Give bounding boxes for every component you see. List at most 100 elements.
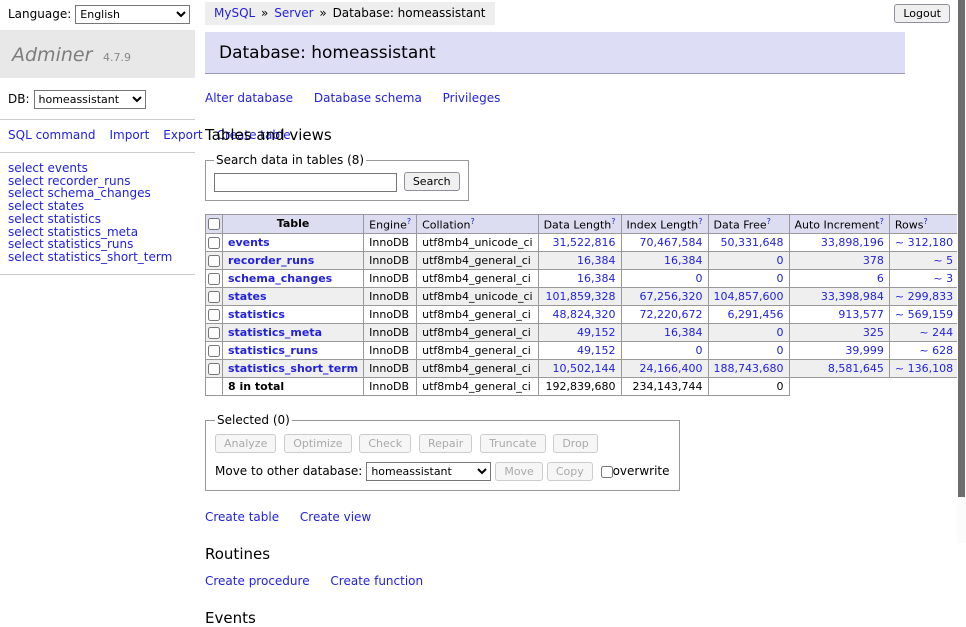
row-checkbox[interactable] [208, 345, 220, 357]
repair-button[interactable]: Repair [419, 434, 472, 453]
data-free-link[interactable]: 104,857,600 [714, 290, 784, 303]
engine-cell: InnoDB [364, 360, 417, 378]
alter-database-link[interactable]: Alter database [205, 91, 293, 105]
index-length-link[interactable]: 67,256,320 [627, 290, 703, 303]
search-button[interactable]: Search [404, 172, 460, 191]
data-free-link[interactable]: 0 [714, 326, 784, 339]
help-icon[interactable]: ? [698, 217, 702, 226]
help-icon[interactable]: ? [407, 217, 411, 226]
help-icon[interactable]: ? [470, 217, 474, 226]
data-length-link[interactable]: 16,384 [544, 254, 616, 267]
search-input[interactable] [214, 173, 397, 192]
sql-command-link[interactable]: SQL command [8, 128, 95, 142]
optimize-button[interactable]: Optimize [284, 434, 351, 453]
row-checkbox[interactable] [208, 237, 220, 249]
table-link[interactable]: statistics_short_term [228, 362, 358, 375]
sidebar-item-select-statistics-short-term[interactable]: select statistics_short_term [8, 251, 187, 264]
total-data-length: 192,839,680 [538, 378, 621, 396]
table-link[interactable]: states [228, 290, 267, 303]
auto-increment-link[interactable]: 325 [795, 326, 884, 339]
index-length-link[interactable]: 16,384 [627, 326, 703, 339]
rows-link[interactable]: ~ 569,159 [895, 308, 953, 321]
import-link[interactable]: Import [109, 128, 149, 142]
table-link[interactable]: statistics_meta [228, 326, 322, 339]
export-link[interactable]: Export [163, 128, 202, 142]
auto-increment-link[interactable]: 39,999 [795, 344, 884, 357]
row-checkbox[interactable] [208, 291, 220, 303]
db-select[interactable]: homeassistant [34, 90, 146, 109]
language-select[interactable]: English [75, 5, 190, 24]
rows-link[interactable]: ~ 299,833 [895, 290, 953, 303]
index-length-link[interactable]: 0 [627, 272, 703, 285]
table-link[interactable]: recorder_runs [228, 254, 314, 267]
data-free-link[interactable]: 0 [714, 254, 784, 267]
help-icon[interactable]: ? [767, 217, 771, 226]
data-free-link[interactable]: 188,743,680 [714, 362, 784, 375]
rows-link[interactable]: ~ 312,180 [895, 236, 953, 249]
data-length-link[interactable]: 101,859,328 [544, 290, 616, 303]
sidebar-item-select-states[interactable]: select states [8, 200, 187, 213]
rows-link[interactable]: ~ 5 [895, 254, 953, 267]
data-free-link[interactable]: 50,331,648 [714, 236, 784, 249]
data-free-link[interactable]: 0 [714, 344, 784, 357]
row-checkbox[interactable] [208, 327, 220, 339]
language-label: Language: [8, 7, 71, 21]
auto-increment-link[interactable]: 913,577 [795, 308, 884, 321]
database-schema-link[interactable]: Database schema [314, 91, 422, 105]
data-length-link[interactable]: 31,522,816 [544, 236, 616, 249]
sidebar-item-select-statistics[interactable]: select statistics [8, 213, 187, 226]
breadcrumb-mysql-link[interactable]: MySQL [214, 6, 255, 20]
check-button[interactable]: Check [359, 434, 411, 453]
data-free-link[interactable]: 6,291,456 [714, 308, 784, 321]
data-length-link[interactable]: 49,152 [544, 326, 616, 339]
data-free-link[interactable]: 0 [714, 272, 784, 285]
help-icon[interactable]: ? [880, 217, 884, 226]
data-length-link[interactable]: 10,502,144 [544, 362, 616, 375]
rows-link[interactable]: ~ 628 [895, 344, 953, 357]
row-checkbox[interactable] [208, 309, 220, 321]
index-length-link[interactable]: 70,467,584 [627, 236, 703, 249]
breadcrumb-server-link[interactable]: Server [274, 6, 313, 20]
create-function-link[interactable]: Create function [330, 574, 423, 588]
table-link[interactable]: events [228, 236, 270, 249]
create-table-link-main[interactable]: Create table [205, 510, 279, 524]
col-index-length: Index Length? [621, 214, 708, 234]
data-length-link[interactable]: 16,384 [544, 272, 616, 285]
overwrite-checkbox[interactable] [601, 466, 613, 478]
index-length-link[interactable]: 24,166,400 [627, 362, 703, 375]
rows-link[interactable]: ~ 3 [895, 272, 953, 285]
auto-increment-link[interactable]: 378 [795, 254, 884, 267]
truncate-button[interactable]: Truncate [480, 434, 545, 453]
create-procedure-link[interactable]: Create procedure [205, 574, 310, 588]
rows-link[interactable]: ~ 244 [895, 326, 953, 339]
privileges-link[interactable]: Privileges [443, 91, 501, 105]
data-length-link[interactable]: 49,152 [544, 344, 616, 357]
move-button[interactable]: Move [495, 462, 543, 481]
sidebar-item-select-events[interactable]: select events [8, 162, 187, 175]
auto-increment-link[interactable]: 33,898,196 [795, 236, 884, 249]
drop-button[interactable]: Drop [553, 434, 597, 453]
create-view-link[interactable]: Create view [300, 510, 371, 524]
auto-increment-link[interactable]: 6 [795, 272, 884, 285]
table-link[interactable]: schema_changes [228, 272, 332, 285]
auto-increment-link[interactable]: 8,581,645 [795, 362, 884, 375]
index-length-link[interactable]: 72,220,672 [627, 308, 703, 321]
row-checkbox[interactable] [208, 255, 220, 267]
table-link[interactable]: statistics [228, 308, 285, 321]
scrollbar-thumb[interactable] [958, 0, 965, 497]
move-database-select[interactable]: homeassistant [366, 462, 491, 481]
help-icon[interactable]: ? [611, 217, 615, 226]
table-link[interactable]: statistics_runs [228, 344, 318, 357]
row-checkbox[interactable] [208, 273, 220, 285]
scrollbar[interactable] [957, 0, 966, 543]
data-length-link[interactable]: 48,824,320 [544, 308, 616, 321]
help-icon[interactable]: ? [923, 217, 927, 226]
copy-button[interactable]: Copy [547, 462, 593, 481]
index-length-link[interactable]: 16,384 [627, 254, 703, 267]
select-all-checkbox[interactable] [208, 218, 220, 230]
analyze-button[interactable]: Analyze [215, 434, 276, 453]
auto-increment-link[interactable]: 33,398,984 [795, 290, 884, 303]
row-checkbox[interactable] [208, 363, 220, 375]
index-length-link[interactable]: 0 [627, 344, 703, 357]
rows-link[interactable]: ~ 136,108 [895, 362, 953, 375]
